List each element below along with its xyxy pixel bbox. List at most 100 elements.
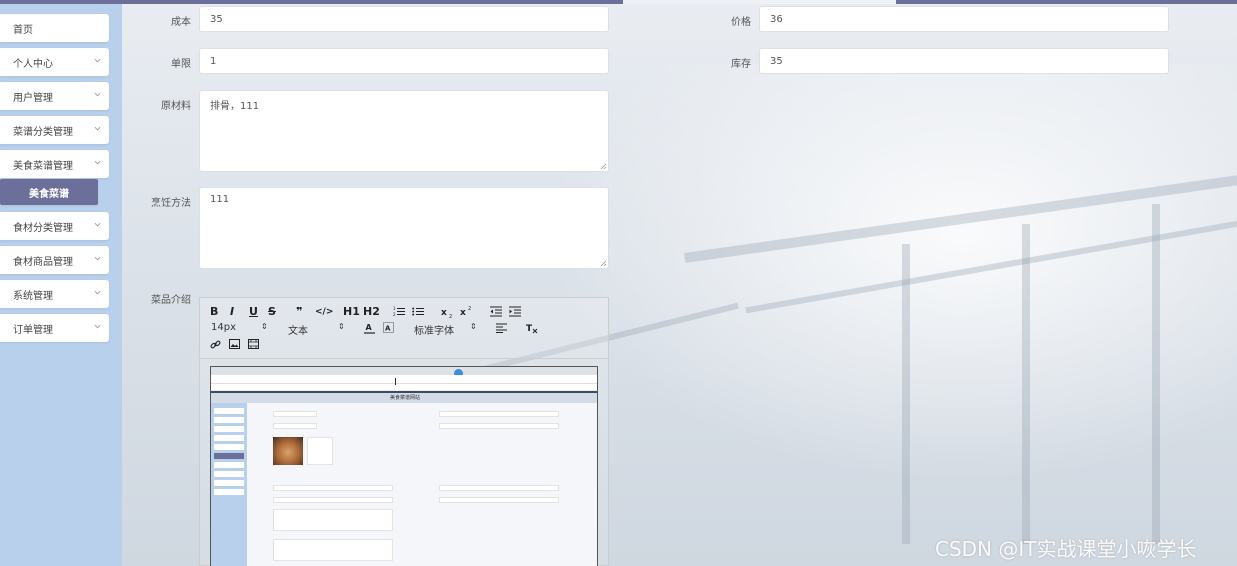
- embedded-food-image: [273, 437, 303, 465]
- sidebar: 首页 个人中心 用户管理 菜谱分类管理 美食菜谱管理 美食菜谱 食材分类管理 食…: [0, 4, 122, 566]
- select-arrows-icon: ⇕: [338, 322, 345, 331]
- chevron-down-icon: [94, 92, 101, 97]
- sidebar-item-label: 食材分类管理: [13, 222, 73, 234]
- svg-text:2: 2: [393, 312, 396, 317]
- video-icon[interactable]: [248, 339, 259, 349]
- sidebar-item-label: 订单管理: [13, 324, 53, 336]
- sidebar-item-user-management[interactable]: 用户管理: [0, 82, 109, 110]
- text-type-value: 文本: [288, 326, 308, 337]
- sidebar-item-ingredient-goods[interactable]: 食材商品管理: [0, 246, 109, 274]
- subscript-icon[interactable]: x2: [441, 306, 454, 318]
- limit-label: 单限: [171, 59, 191, 70]
- sidebar-item-label: 菜谱分类管理: [13, 126, 73, 138]
- stock-input[interactable]: 35: [759, 48, 1169, 74]
- method-value: 111: [210, 194, 230, 205]
- background-color-icon[interactable]: A: [383, 322, 394, 334]
- svg-text:A: A: [366, 323, 373, 332]
- stock-value: 35: [770, 55, 783, 67]
- editor-toolbar: B I U S ❞ </> H1 H2 12 x2 x2 14px ⇕ 文本 ⇕…: [200, 298, 608, 359]
- strike-button[interactable]: S: [268, 306, 276, 318]
- header2-button[interactable]: H2: [363, 306, 380, 318]
- text-type-select[interactable]: 文本 ⇕: [288, 322, 348, 337]
- browser-bookmarks-bar: [211, 384, 597, 391]
- resize-grip-icon[interactable]: [600, 260, 606, 266]
- font-family-value: 标准字体: [414, 326, 454, 337]
- chevron-down-icon: [94, 290, 101, 295]
- select-arrows-icon: ⇕: [470, 322, 477, 331]
- font-size-value: 14px: [211, 322, 236, 333]
- sidebar-item-home[interactable]: 首页: [0, 14, 109, 42]
- select-arrows-icon: ⇕: [261, 322, 268, 331]
- price-value: 36: [770, 13, 783, 25]
- chevron-down-icon: [94, 222, 101, 227]
- chevron-down-icon: [94, 160, 101, 165]
- sidebar-item-label: 个人中心: [13, 58, 53, 70]
- ingredients-value: 排骨，111: [210, 101, 260, 112]
- method-label: 烹饪方法: [151, 198, 191, 209]
- ingredients-textarea[interactable]: 排骨，111: [199, 90, 609, 172]
- link-icon[interactable]: [210, 339, 221, 350]
- sidebar-item-label: 美食菜谱: [29, 188, 69, 200]
- chevron-down-icon: [94, 58, 101, 63]
- svg-text:2: 2: [449, 314, 452, 318]
- align-icon[interactable]: [496, 323, 507, 333]
- code-block-button[interactable]: </>: [315, 306, 333, 318]
- bold-button[interactable]: B: [210, 306, 218, 318]
- embedded-site-header: 美食菜谱网站: [211, 391, 597, 403]
- watermark: CSDN @IT实战课堂小咴学长: [935, 537, 1197, 561]
- outdent-icon[interactable]: [490, 306, 502, 317]
- intro-label: 菜品介绍: [151, 295, 191, 306]
- sidebar-item-label: 食材商品管理: [13, 256, 73, 268]
- sidebar-item-label: 美食菜谱管理: [13, 160, 73, 172]
- svg-text:A: A: [385, 325, 391, 333]
- browser-address-bar: [211, 375, 597, 384]
- underline-button[interactable]: U: [249, 306, 258, 318]
- cost-input[interactable]: 35: [199, 6, 609, 32]
- sidebar-item-label: 系统管理: [13, 290, 53, 302]
- svg-text:2: 2: [468, 306, 471, 312]
- sidebar-item-label: 首页: [13, 24, 33, 36]
- price-input[interactable]: 36: [759, 6, 1169, 32]
- sidebar-item-personal-center[interactable]: 个人中心: [0, 48, 109, 76]
- header1-button[interactable]: H1: [343, 306, 360, 318]
- stock-label: 库存: [731, 59, 751, 70]
- superscript-icon[interactable]: x2: [460, 305, 473, 317]
- indent-icon[interactable]: [509, 306, 521, 317]
- ingredients-label: 原材料: [161, 101, 191, 112]
- image-icon[interactable]: [229, 339, 240, 349]
- italic-button[interactable]: I: [230, 306, 234, 318]
- price-label: 价格: [731, 17, 751, 28]
- font-family-select[interactable]: 标准字体 ⇕: [414, 322, 484, 337]
- sidebar-item-orders[interactable]: 订单管理: [0, 314, 109, 342]
- bullet-list-icon[interactable]: [412, 306, 424, 317]
- method-textarea[interactable]: 111: [199, 187, 609, 269]
- cost-value: 35: [210, 13, 223, 25]
- svg-text:T: T: [526, 324, 533, 334]
- blockquote-button[interactable]: ❞: [296, 306, 302, 318]
- sidebar-item-recipe-category[interactable]: 菜谱分类管理: [0, 116, 109, 144]
- chevron-down-icon: [94, 324, 101, 329]
- svg-text:1: 1: [393, 306, 396, 311]
- cost-label: 成本: [171, 17, 191, 28]
- rich-text-editor[interactable]: B I U S ❞ </> H1 H2 12 x2 x2 14px ⇕ 文本 ⇕…: [199, 297, 609, 566]
- clear-format-icon[interactable]: T: [526, 322, 538, 334]
- limit-value: 1: [210, 55, 217, 67]
- sidebar-item-system[interactable]: 系统管理: [0, 280, 109, 308]
- svg-text:x: x: [460, 308, 466, 317]
- ordered-list-icon[interactable]: 12: [393, 306, 405, 317]
- chevron-down-icon: [94, 126, 101, 131]
- font-size-select[interactable]: 14px ⇕: [211, 322, 271, 334]
- sidebar-item-recipe-management[interactable]: 美食菜谱管理: [0, 150, 109, 178]
- sidebar-item-ingredient-category[interactable]: 食材分类管理: [0, 212, 109, 240]
- font-color-icon[interactable]: A: [364, 322, 375, 334]
- sidebar-subitem-recipes[interactable]: 美食菜谱: [0, 179, 98, 205]
- resize-grip-icon[interactable]: [600, 163, 606, 169]
- chevron-down-icon: [94, 256, 101, 261]
- limit-input[interactable]: 1: [199, 48, 609, 74]
- svg-text:x: x: [441, 308, 447, 318]
- text-cursor-icon: I: [394, 377, 397, 388]
- browser-tabs: [211, 367, 597, 375]
- embedded-site-title: 美食菜谱网站: [389, 395, 420, 401]
- embedded-sidebar: [211, 403, 247, 566]
- embedded-screenshot-image: 美食菜谱网站 I: [210, 366, 598, 566]
